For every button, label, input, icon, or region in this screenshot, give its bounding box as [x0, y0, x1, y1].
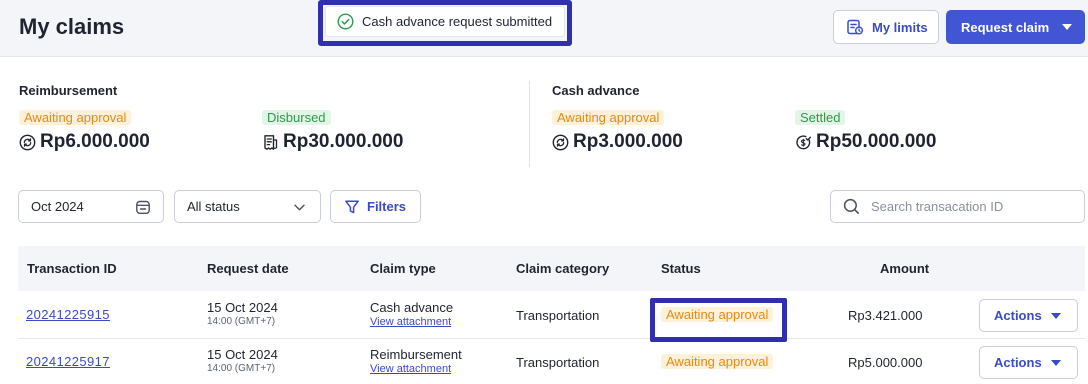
status-badge: Awaiting approval [19, 110, 132, 125]
request-date: 15 Oct 2024 [207, 300, 278, 315]
caret-down-icon [1051, 313, 1061, 319]
cash-advance-summary: Cash advance Awaiting approval Rp3.000.0… [552, 83, 936, 152]
reimbursement-disbursed: Disbursed Rp30.000.000 [262, 109, 403, 153]
table-header: Transaction ID Request date Claim type C… [18, 246, 1085, 291]
status-value: All status [187, 199, 240, 214]
amount-value: Rp5.000.000 [848, 355, 923, 370]
month-picker[interactable]: Oct 2024 [18, 190, 164, 223]
summary-divider [529, 81, 530, 167]
cash-advance-settled: Settled Rp50.000.000 [795, 109, 936, 153]
search-icon [843, 198, 860, 215]
chevron-down-icon [293, 201, 306, 214]
filters-label: Filters [367, 199, 407, 214]
request-claim-button[interactable]: Request claim [946, 10, 1085, 44]
amount-value: Rp3.000.000 [573, 131, 683, 152]
column-header-claim-type[interactable]: Claim type [370, 261, 436, 276]
column-header-status[interactable]: Status [661, 261, 701, 276]
transaction-id-link[interactable]: 20241225917 [26, 354, 110, 369]
amount-value: Rp6.000.000 [40, 131, 150, 152]
table-row: 20241225915 15 Oct 2024 14:00 (GMT+7) Ca… [18, 292, 1085, 339]
claim-category: Transportation [516, 308, 600, 323]
search-input[interactable] [871, 199, 1071, 214]
actions-button[interactable]: Actions [979, 346, 1078, 379]
status-badge: Disbursed [262, 110, 331, 125]
reimbursement-heading: Reimbursement [19, 83, 118, 98]
refresh-icon [552, 134, 569, 151]
filter-icon [344, 199, 360, 215]
search-box[interactable] [830, 190, 1085, 223]
cash-advance-awaiting: Awaiting approval Rp3.000.000 [552, 109, 683, 153]
caret-down-icon [1062, 24, 1072, 30]
request-claim-label: Request claim [961, 19, 1050, 35]
status-badge: Settled [795, 110, 846, 125]
column-header-request-date[interactable]: Request date [207, 261, 289, 276]
receipt-icon [262, 134, 279, 151]
reimbursement-awaiting: Awaiting approval Rp6.000.000 [19, 109, 150, 153]
filters-button[interactable]: Filters [330, 190, 421, 223]
reimbursement-summary: Reimbursement Awaiting approval Rp6.000.… [19, 83, 403, 152]
page-title: My claims [19, 14, 125, 39]
toast-highlight-frame [318, 0, 572, 46]
status-badge: Awaiting approval [661, 354, 774, 369]
transaction-id-link[interactable]: 20241225915 [26, 307, 110, 322]
actions-label: Actions [994, 355, 1042, 370]
request-time: 14:00 (GMT+7) [207, 316, 276, 327]
my-limits-label: My limits [872, 19, 928, 35]
status-highlight-frame [650, 298, 787, 342]
actions-button[interactable]: Actions [979, 299, 1078, 332]
status-badge: Awaiting approval [552, 110, 665, 125]
amount-value: Rp50.000.000 [816, 131, 937, 152]
calendar-icon [135, 199, 151, 215]
table-row: 20241225917 15 Oct 2024 14:00 (GMT+7) Re… [18, 339, 1085, 384]
month-value: Oct 2024 [31, 199, 84, 214]
claim-type: Reimbursement [370, 347, 462, 362]
cash-advance-heading: Cash advance [552, 83, 640, 98]
request-date: 15 Oct 2024 [207, 347, 278, 362]
actions-label: Actions [994, 308, 1042, 323]
caret-down-icon [1051, 360, 1061, 366]
claim-category: Transportation [516, 355, 600, 370]
refresh-icon [19, 134, 36, 151]
view-attachment-link[interactable]: View attachment [370, 316, 453, 328]
status-dropdown[interactable]: All status [174, 190, 321, 223]
view-attachment-link[interactable]: View attachment [370, 363, 462, 375]
amount-value: Rp30.000.000 [283, 131, 404, 152]
request-time: 14:00 (GMT+7) [207, 363, 276, 374]
column-header-transaction-id[interactable]: Transaction ID [27, 261, 117, 276]
amount-value: Rp3.421.000 [848, 308, 923, 323]
claim-type: Cash advance [370, 300, 454, 315]
column-header-amount[interactable]: Amount [880, 261, 929, 276]
column-header-claim-category[interactable]: Claim category [516, 261, 609, 276]
settled-money-icon [795, 134, 812, 151]
my-limits-button[interactable]: My limits [833, 10, 939, 44]
limits-icon [846, 18, 864, 36]
